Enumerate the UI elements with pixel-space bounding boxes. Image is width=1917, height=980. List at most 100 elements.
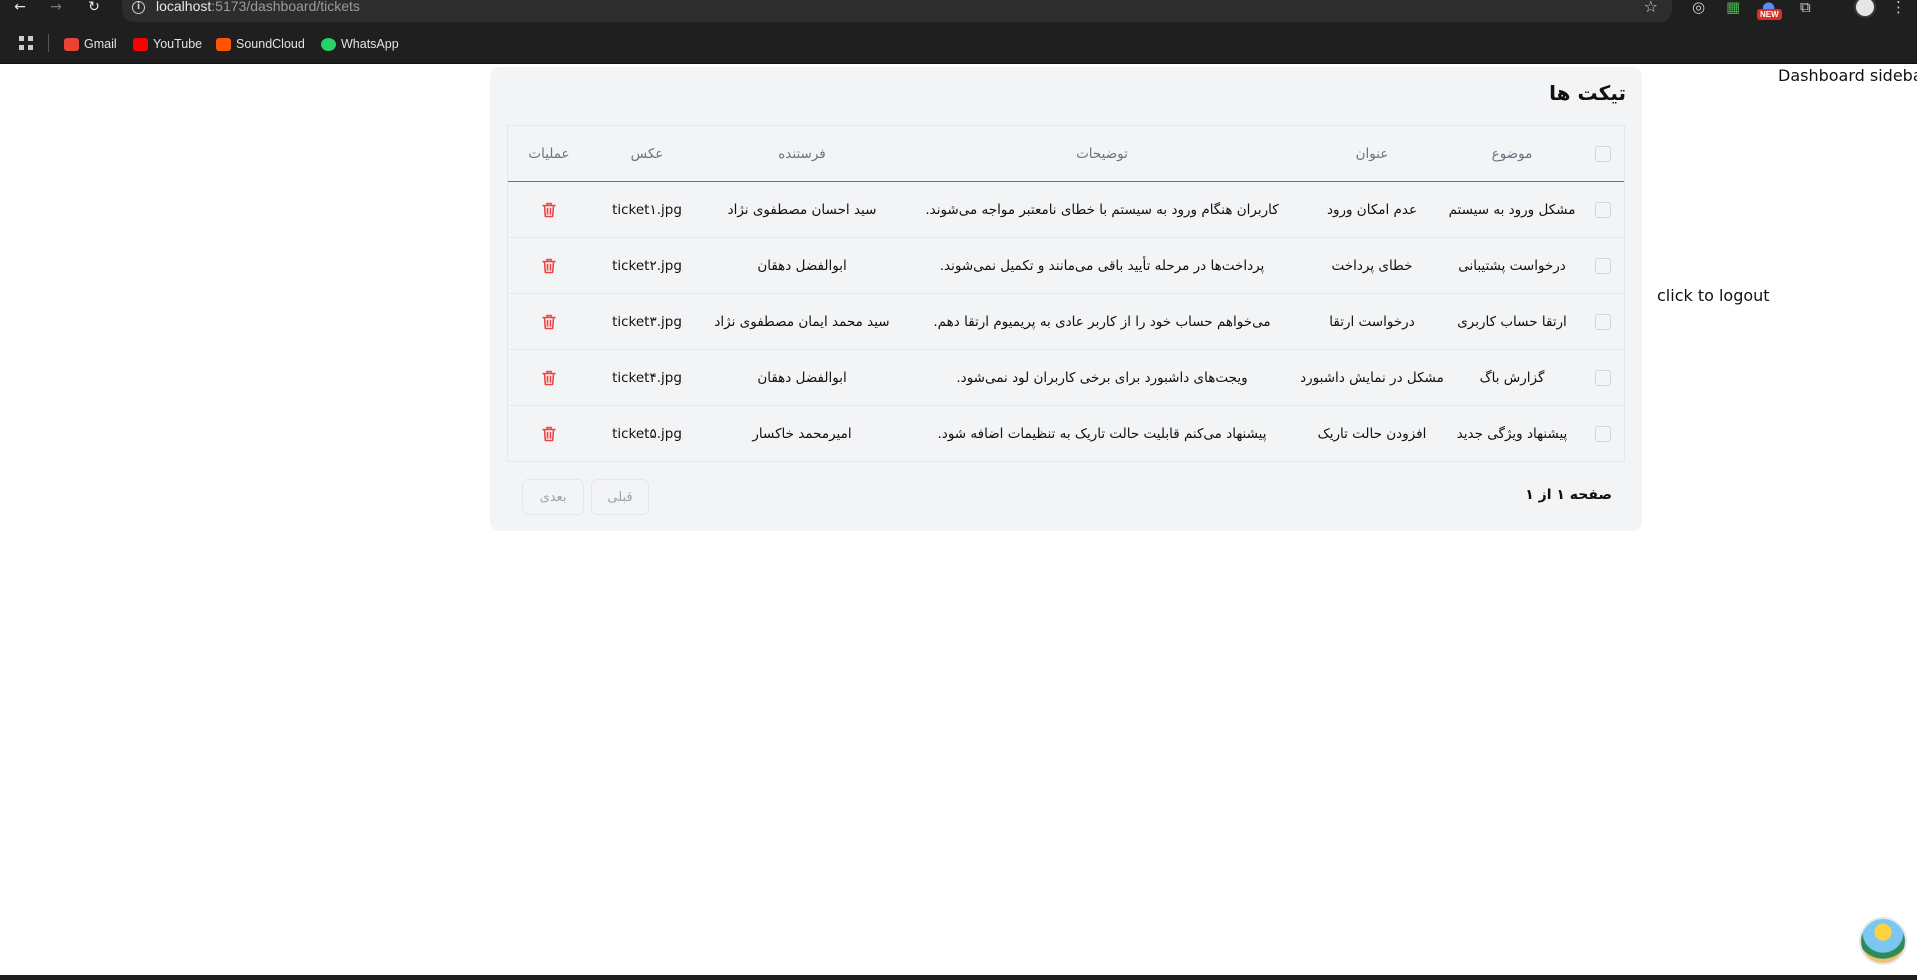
row-checkbox[interactable] <box>1595 426 1611 442</box>
trash-icon[interactable] <box>542 370 556 386</box>
site-info-icon[interactable]: i <box>132 1 145 14</box>
cell-image[interactable]: ticket۵.jpg <box>592 406 702 462</box>
cell-title: خطای پرداخت <box>1331 258 1413 274</box>
dashboard-sidebar: Dashboard sidebar <box>1778 66 1917 85</box>
col-subject[interactable]: موضوع <box>1442 126 1582 182</box>
cell-subject: درخواست پشتیبانی <box>1458 258 1566 274</box>
next-page-button[interactable]: بعدی <box>522 479 584 515</box>
trash-icon[interactable] <box>542 202 556 218</box>
select-all-cell <box>1582 126 1624 182</box>
prev-page-button[interactable]: قبلی <box>591 479 649 515</box>
youtube-icon <box>133 37 148 51</box>
bookmarks-divider <box>48 34 49 52</box>
cell-sender: سید احسان مصطفوی نژاد <box>727 202 877 218</box>
page-content: Dashboard sidebar click to logout تیکت ه… <box>0 65 1917 975</box>
cell-sender: ابوالفضل دهقان <box>757 258 847 274</box>
trash-icon[interactable] <box>542 314 556 330</box>
cell-image[interactable]: ticket۱.jpg <box>592 182 702 238</box>
cell-description: ویجت‌های داشبورد برای برخی کاربران لود ن… <box>956 370 1248 386</box>
extension-target-icon[interactable]: ◎ <box>1692 0 1705 15</box>
col-sender[interactable]: فرستنده <box>702 126 902 182</box>
cell-image[interactable]: ticket۳.jpg <box>592 294 702 350</box>
extensions-puzzle-icon[interactable]: ⧉ <box>1800 0 1811 15</box>
apps-grid-icon[interactable] <box>19 36 33 50</box>
table-row[interactable]: درخواست پشتیبانی خطای پرداخت پرداخت‌ها د… <box>508 238 1624 294</box>
bookmark-star-icon[interactable]: ☆ <box>1644 0 1658 16</box>
logout-link[interactable]: click to logout <box>1657 286 1770 305</box>
bookmark-label: Gmail <box>84 37 117 51</box>
cell-sender: سید محمد ایمان مصطفوی نژاد <box>714 314 890 330</box>
cell-actions <box>506 182 592 238</box>
trash-icon[interactable] <box>542 426 556 442</box>
browser-toolbar: ← → ↻ i localhost:5173/dashboard/tickets… <box>0 0 1917 24</box>
bookmark-label: WhatsApp <box>341 37 399 51</box>
cell-image[interactable]: ticket۲.jpg <box>592 238 702 294</box>
col-image[interactable]: عکس <box>592 126 702 182</box>
cell-title: درخواست ارتقا <box>1329 314 1415 330</box>
bookmark-label: YouTube <box>153 37 203 51</box>
reload-icon[interactable]: ↻ <box>82 0 106 16</box>
page-title: تیکت ها <box>1549 81 1626 105</box>
cell-actions <box>506 406 592 462</box>
cell-sender: ابوالفضل دهقان <box>757 370 847 386</box>
cell-sender: امیرمحمد خاکسار <box>752 426 852 442</box>
cell-description: پرداخت‌ها در مرحله تأیید باقی می‌مانند و… <box>939 258 1265 274</box>
col-actions: عملیات <box>528 146 570 162</box>
url-text[interactable]: localhost:5173/dashboard/tickets <box>156 0 360 14</box>
browser-menu-icon[interactable]: ⋮ <box>1891 0 1906 15</box>
row-select-cell <box>1582 406 1624 462</box>
row-select-cell <box>1582 238 1624 294</box>
table-row[interactable]: مشکل ورود به سیستم عدم امکان ورود کاربرا… <box>508 182 1624 238</box>
row-select-cell <box>1582 182 1624 238</box>
cell-image[interactable]: ticket۴.jpg <box>592 350 702 406</box>
bookmark-gmail[interactable]: Gmail <box>64 34 117 54</box>
url-path: :5173/dashboard/tickets <box>211 0 360 14</box>
row-select-cell <box>1582 294 1624 350</box>
back-icon[interactable]: ← <box>8 0 32 16</box>
row-checkbox[interactable] <box>1595 202 1611 218</box>
floating-avatar-button[interactable] <box>1859 917 1907 965</box>
soundcloud-icon <box>216 37 231 51</box>
whatsapp-icon <box>321 37 336 51</box>
address-bar[interactable]: i localhost:5173/dashboard/tickets ☆ <box>122 0 1672 22</box>
bookmark-label: SoundCloud <box>236 37 305 51</box>
cell-actions <box>506 350 592 406</box>
bookmark-whatsapp[interactable]: WhatsApp <box>321 34 399 54</box>
row-select-cell <box>1582 350 1624 406</box>
profile-avatar[interactable] <box>1854 0 1876 18</box>
row-checkbox[interactable] <box>1595 258 1611 274</box>
pagination-info: صفحه ۱ از ۱ <box>1525 487 1612 503</box>
bottom-strip <box>0 975 1917 980</box>
cell-subject: گزارش باگ <box>1479 370 1545 386</box>
cell-title: عدم امکان ورود <box>1326 202 1418 218</box>
cell-actions <box>506 238 592 294</box>
forward-icon[interactable]: → <box>44 0 68 16</box>
table-row[interactable]: ارتقا حساب کاربری درخواست ارتقا می‌خواهم… <box>508 294 1624 350</box>
bookmark-soundcloud[interactable]: SoundCloud <box>216 34 305 54</box>
cell-description: کاربران هنگام ورود به سیستم با خطای نامع… <box>925 202 1279 218</box>
select-all-checkbox[interactable] <box>1595 146 1611 162</box>
cell-description: می‌خواهم حساب خود را از کاربر عادی به پر… <box>933 314 1271 330</box>
col-title[interactable]: عنوان <box>1302 126 1442 182</box>
new-badge: NEW <box>1757 9 1782 20</box>
cell-actions <box>506 294 592 350</box>
table-row[interactable]: گزارش باگ مشکل در نمایش داشبورد ویجت‌های… <box>508 350 1624 406</box>
tickets-table: موضوع عنوان توضیحات فرستنده عکس عملیات م… <box>507 125 1625 462</box>
row-checkbox[interactable] <box>1595 314 1611 330</box>
cell-subject: ارتقا حساب کاربری <box>1457 314 1567 330</box>
cell-title: مشکل در نمایش داشبورد <box>1300 370 1444 386</box>
table-row[interactable]: پیشنهاد ویژگی جدید افزودن حالت تاریک پیش… <box>508 406 1624 462</box>
trash-icon[interactable] <box>542 258 556 274</box>
bookmark-youtube[interactable]: YouTube <box>133 34 202 54</box>
extension-sheet-icon[interactable]: ▦ <box>1726 0 1740 15</box>
cell-description: پیشنهاد می‌کنم قابلیت حالت تاریک به تنظی… <box>937 426 1267 442</box>
cell-subject: مشکل ورود به سیستم <box>1448 202 1576 218</box>
tickets-card: تیکت ها موضوع عنوان توضیحات فرستنده عکس … <box>490 67 1642 531</box>
url-host: localhost <box>156 0 212 14</box>
col-description[interactable]: توضیحات <box>902 126 1302 182</box>
gmail-icon <box>64 37 79 51</box>
row-checkbox[interactable] <box>1595 370 1611 386</box>
cell-title: افزودن حالت تاریک <box>1317 426 1427 442</box>
cell-subject: پیشنهاد ویژگی جدید <box>1456 426 1568 442</box>
table-header: موضوع عنوان توضیحات فرستنده عکس عملیات <box>508 126 1624 182</box>
